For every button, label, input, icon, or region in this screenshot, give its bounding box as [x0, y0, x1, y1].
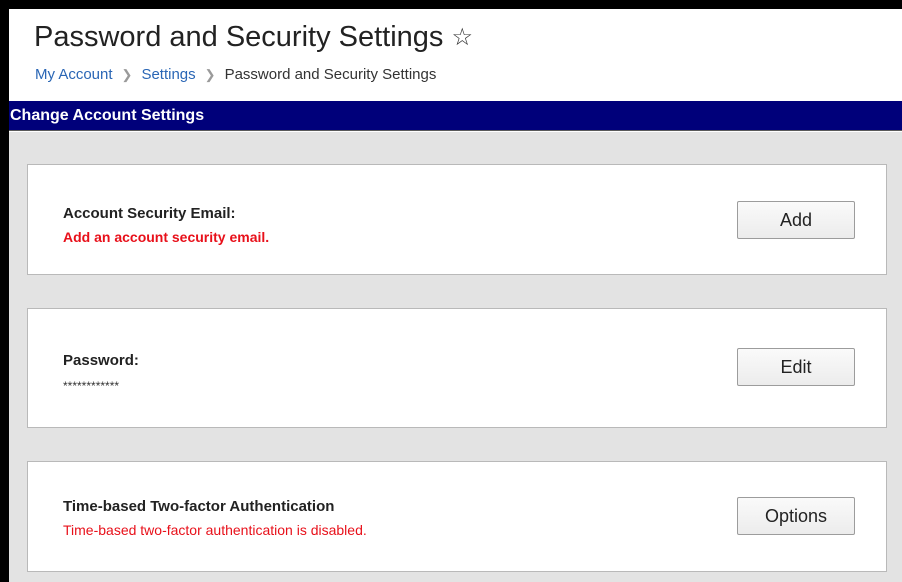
breadcrumb-my-account[interactable]: My Account [35, 66, 113, 83]
password-card: Password: ************ Edit [27, 308, 887, 428]
two-factor-title: Time-based Two-factor Authentication [63, 498, 335, 515]
add-email-button[interactable]: Add [737, 201, 855, 239]
page-title: Password and Security Settings ☆ [34, 21, 473, 54]
edit-password-button[interactable]: Edit [737, 348, 855, 386]
page-title-text: Password and Security Settings [34, 21, 444, 53]
chevron-right-icon: ❯ [204, 66, 216, 82]
chevron-right-icon: ❯ [121, 66, 133, 82]
section-header: Change Account Settings [9, 101, 902, 131]
security-email-status: Add an account security email. [63, 229, 270, 245]
two-factor-options-button[interactable]: Options [737, 497, 855, 535]
breadcrumb-settings[interactable]: Settings [141, 66, 195, 83]
two-factor-card: Time-based Two-factor Authentication Tim… [27, 461, 887, 572]
security-email-title: Account Security Email: [63, 205, 236, 222]
password-title: Password: [63, 352, 139, 369]
window-frame: Password and Security Settings ☆ My Acco… [9, 9, 902, 582]
breadcrumb-current: Password and Security Settings [224, 66, 437, 83]
password-masked-value: ************ [63, 379, 120, 393]
page-header: Password and Security Settings ☆ My Acco… [9, 9, 902, 99]
breadcrumb: My Account ❯ Settings ❯ Password and Sec… [35, 66, 436, 83]
star-icon[interactable]: ☆ [451, 25, 473, 50]
settings-content: Account Security Email: Add an account s… [9, 132, 902, 582]
two-factor-status: Time-based two-factor authentication is … [63, 522, 367, 538]
security-email-card: Account Security Email: Add an account s… [27, 164, 887, 275]
